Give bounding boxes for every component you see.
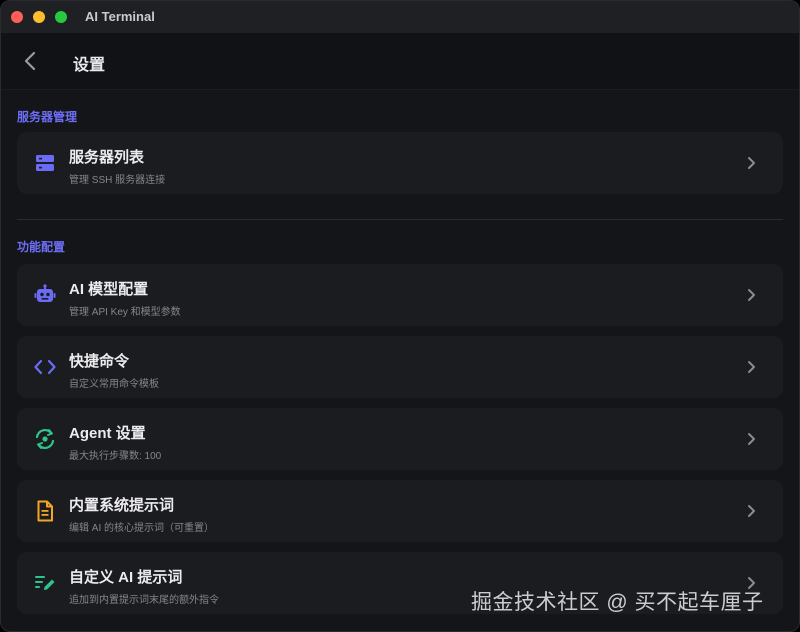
server-icon — [33, 151, 57, 175]
system-prompt-label: 内置系统提示词 — [69, 497, 175, 514]
chevron-right-icon — [748, 289, 755, 301]
app-title: AI Terminal — [85, 9, 155, 24]
custom-prompt-label: 自定义 AI 提示词 — [69, 569, 183, 586]
page-title: 设置 — [73, 57, 106, 74]
edit-list-icon — [33, 571, 57, 595]
chevron-left-icon — [24, 51, 36, 71]
quick-commands-description: 自定义常用命令模板 — [69, 379, 159, 390]
settings-header: 设置 — [1, 33, 799, 90]
quick-commands-item[interactable]: 快捷命令 自定义常用命令模板 — [17, 336, 783, 398]
back-button[interactable] — [17, 48, 43, 74]
minimize-window-button[interactable] — [33, 11, 45, 23]
watermark-text: 掘金技术社区 @ 买不起车厘子 — [471, 591, 764, 614]
robot-icon — [33, 283, 57, 307]
ai-model-config-description: 管理 API Key 和模型参数 — [69, 307, 181, 318]
agent-settings-label: Agent 设置 — [69, 425, 146, 442]
quick-commands-label: 快捷命令 — [69, 353, 130, 370]
server-list-label: 服务器列表 — [69, 149, 145, 166]
section-title-server-management: 服务器管理 — [17, 110, 78, 124]
app-window: AI Terminal 设置 服务器管理 服务器列表 管理 SSH 服务器连接 … — [0, 0, 800, 632]
server-list-description: 管理 SSH 服务器连接 — [69, 175, 166, 186]
system-prompt-item[interactable]: 内置系统提示词 编辑 AI 的核心提示词（可重置） — [17, 480, 783, 542]
server-list-item[interactable]: 服务器列表 管理 SSH 服务器连接 — [17, 132, 783, 194]
chevron-right-icon — [748, 157, 755, 169]
agent-sync-icon — [33, 427, 57, 451]
ai-model-config-item[interactable]: AI 模型配置 管理 API Key 和模型参数 — [17, 264, 783, 326]
maximize-window-button[interactable] — [55, 11, 67, 23]
section-divider — [17, 219, 783, 220]
chevron-right-icon — [748, 361, 755, 373]
agent-settings-description: 最大执行步骤数: 100 — [69, 451, 162, 462]
close-window-button[interactable] — [11, 11, 23, 23]
chevron-right-icon — [748, 433, 755, 445]
agent-settings-item[interactable]: Agent 设置 最大执行步骤数: 100 — [17, 408, 783, 470]
document-icon — [33, 499, 57, 523]
code-icon — [33, 355, 57, 379]
title-bar: AI Terminal — [1, 1, 799, 33]
ai-model-config-label: AI 模型配置 — [69, 281, 149, 298]
custom-prompt-description: 追加到内置提示词末尾的额外指令 — [69, 595, 219, 606]
section-title-feature-config: 功能配置 — [17, 240, 66, 254]
system-prompt-description: 编辑 AI 的核心提示词（可重置） — [69, 523, 215, 534]
chevron-right-icon — [748, 505, 755, 517]
